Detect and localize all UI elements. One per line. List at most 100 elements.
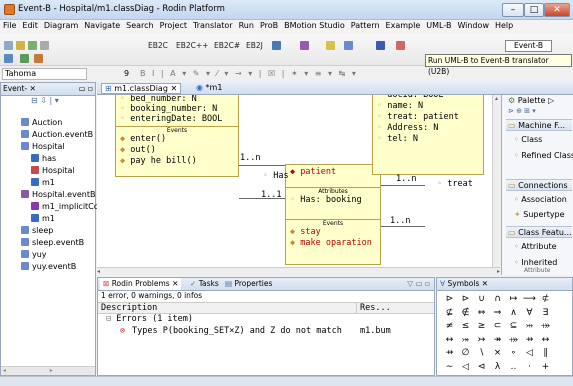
menu-pattern[interactable]: Pattern [348, 20, 383, 31]
symbol-button[interactable]: ⊂ [491, 321, 504, 331]
symbol-button[interactable]: ⊲ [475, 362, 488, 372]
menu-run[interactable]: Run [236, 20, 257, 31]
new-icon[interactable] [4, 41, 13, 50]
tree-item[interactable]: Auction.eventB [21, 130, 93, 139]
menu-prob[interactable]: ProB [257, 20, 281, 31]
symbol-button[interactable]: ⊄ [539, 294, 552, 304]
uml-feature[interactable]: ◆ pay he bill() [120, 156, 238, 167]
tab-classdiag[interactable]: ⊞ m1.classDiag ✕ [101, 83, 182, 94]
save-icon[interactable] [16, 41, 25, 50]
association-line-3[interactable] [381, 185, 425, 186]
eb2cs-button[interactable]: EB2C# [214, 41, 240, 50]
symbol-button[interactable]: ⇸ [443, 348, 456, 358]
uml-feature[interactable]: ◦ name: N [377, 101, 483, 112]
symbol-button[interactable]: ∼ [443, 362, 456, 372]
menu-window[interactable]: Window [454, 20, 492, 31]
problem-row[interactable]: ⊗ Types P(booking_SET×Z) and Z do not ma… [98, 326, 434, 338]
class-box-1[interactable]: ◦ bed_number: N ◦ booking_number: N ◦ ente… [115, 95, 239, 177]
menu-edit[interactable]: Edit [19, 20, 41, 31]
prob-icon[interactable] [326, 41, 335, 50]
tab-tasks[interactable]: ✓ Tasks [190, 278, 219, 290]
symbol-button[interactable]: + [539, 362, 552, 372]
palette-attribute[interactable]: ◦ Attribute [514, 242, 557, 251]
format-toolbar[interactable]: B I | A ▾ ✎ ▾ ⁄ ▾ → ▾ | ☒ | ✶ ▾ ≡ ▾ ↹ ▾ [140, 69, 358, 78]
symbol-button[interactable]: ◁ [459, 362, 472, 372]
symbols-tab[interactable]: ∀ Symbols ✕ [437, 278, 572, 291]
symbol-button[interactable]: ≤ [459, 321, 472, 331]
symbol-button[interactable]: ↣ [475, 335, 488, 345]
col-resource[interactable]: Res... [356, 303, 391, 313]
symbol-button[interactable]: ◁ [523, 348, 536, 358]
symbol-button[interactable]: ‥ [507, 362, 520, 372]
menu-diagram[interactable]: Diagram [41, 20, 81, 31]
symbol-button[interactable]: ↠ [491, 335, 504, 345]
menu-translator[interactable]: Translator [190, 20, 236, 31]
tab-m1[interactable]: ◉ *m1 [193, 83, 225, 92]
explorer-tab[interactable]: Event- ✕ ▭ ▫ [1, 83, 95, 96]
copy-icon[interactable] [40, 41, 49, 50]
animate-icon[interactable] [344, 41, 353, 50]
palette-section-machine[interactable]: ▭ Machine F... [506, 119, 572, 131]
symbol-button[interactable]: × [491, 348, 504, 358]
uml-feature[interactable]: ◦ tel: N [377, 134, 483, 145]
palette-section-classfeatures[interactable]: ▭ Class Featu... [506, 226, 572, 238]
menu-search[interactable]: Search [123, 20, 156, 31]
menu-help[interactable]: Help [492, 20, 516, 31]
font-size-select[interactable]: 9 [124, 69, 129, 78]
uml-feature[interactable]: ◆ enter() [120, 134, 238, 145]
eventb-perspective-button[interactable]: Event-B [505, 40, 552, 52]
symbol-button[interactable]: λ [491, 362, 504, 372]
palette-association[interactable]: ◦ Association [514, 195, 567, 204]
menu-uml-b[interactable]: UML-B [423, 20, 454, 31]
minimize-button[interactable]: – [502, 3, 524, 17]
symbol-button[interactable]: · [523, 362, 536, 372]
association-line-4[interactable] [381, 226, 425, 227]
palette-inherited[interactable]: ◦ Inherited [514, 258, 557, 267]
symbol-button[interactable]: ≠ [443, 321, 456, 331]
symbol-button[interactable]: ⊆ [507, 321, 520, 331]
class-box-patient[interactable]: ◆ patient Attributes ◦ Has: booking Even… [285, 164, 381, 265]
umlb-translate-icon[interactable] [376, 41, 385, 50]
tree-item[interactable]: yuy.eventB [21, 262, 76, 271]
tree-item[interactable]: Hospital.eventB [21, 190, 95, 199]
forward-icon[interactable] [34, 54, 43, 63]
symbol-button[interactable]: ∖ [475, 348, 488, 358]
diagram-canvas[interactable]: ◦ bed_number: N ◦ booking_number: N ◦ ente… [97, 95, 500, 267]
association-line-1[interactable] [239, 165, 285, 166]
canvas-h-scrollbar[interactable]: ◂ ▸ [97, 267, 500, 275]
class-box-3[interactable]: ◦ docId: BOOL ◦ name: N ◦ treat: patient ◦ … [372, 95, 484, 175]
tree-item[interactable]: Hospital [31, 166, 75, 175]
menu-navigate[interactable]: Navigate [81, 20, 123, 31]
tab-rodin-problems[interactable]: ⊠ Rodin Problems ✕ [100, 278, 182, 290]
uml-feature[interactable]: ◦ Has: booking [290, 195, 380, 206]
col-description[interactable]: Description [101, 303, 157, 313]
tree-item[interactable]: yuy [21, 250, 47, 259]
symbol-button[interactable]: ⇔ [475, 308, 488, 318]
tree-item[interactable]: m1_implicitCc [31, 202, 98, 211]
close-button[interactable]: ✕ [544, 3, 570, 17]
uml-feature[interactable]: ◦ treat: patient [377, 112, 483, 123]
back-icon[interactable] [20, 54, 29, 63]
symbol-button[interactable]: ↦ [507, 294, 520, 304]
palette-class[interactable]: ◦ Class [514, 135, 542, 144]
symbol-button[interactable]: ∘ [507, 348, 520, 358]
symbol-button[interactable]: ⤔ [523, 321, 536, 331]
palette-inherited-attribute[interactable]: Attribute [524, 267, 551, 274]
eb2c-button[interactable]: EB2C [148, 41, 168, 50]
symbol-button[interactable]: ⇸ [523, 335, 536, 345]
nav-icon[interactable] [4, 54, 13, 63]
tree-item[interactable]: sleep [21, 226, 53, 235]
uml-feature[interactable]: ◦ bed_number: N [120, 95, 238, 104]
symbol-button[interactable]: ⊈ [443, 308, 456, 318]
symbol-button[interactable]: ⊳ [459, 294, 472, 304]
symbol-button[interactable]: ≥ [475, 321, 488, 331]
uml-feature[interactable]: ◆ make oparation [290, 238, 380, 249]
tree-item[interactable]: Hospital [21, 142, 65, 151]
uml-feature[interactable]: ◦ enteringDate: BOOL [120, 114, 238, 124]
tree-item[interactable]: sleep.eventB [21, 238, 84, 247]
uml-feature[interactable]: ◦ Address: N [377, 123, 483, 134]
explorer-toolbar[interactable]: ⊟ ⇩ | ▾ [1, 96, 95, 108]
symbol-button[interactable]: ∥ [539, 348, 552, 358]
symbol-button[interactable]: ⤀ [507, 335, 520, 345]
symbol-button[interactable]: ∉ [459, 308, 472, 318]
